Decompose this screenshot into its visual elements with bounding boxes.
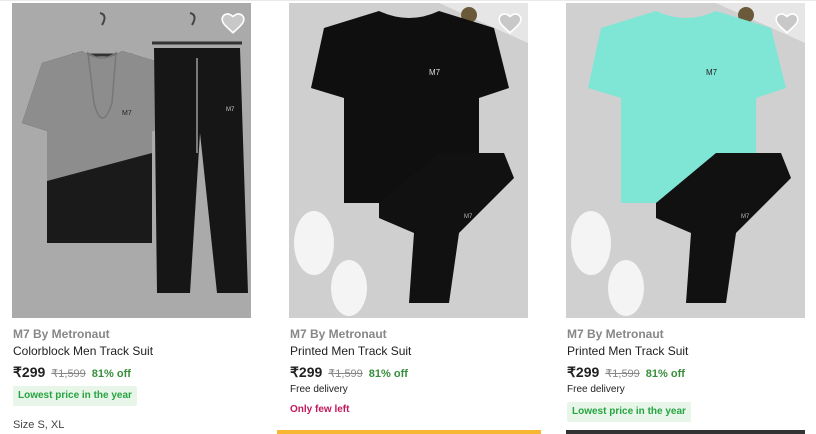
next-row-image-edge bbox=[566, 430, 805, 434]
svg-text:M7: M7 bbox=[464, 214, 473, 220]
lowest-price-badge: Lowest price in the year bbox=[567, 402, 691, 422]
product-mrp: ₹1,599 bbox=[328, 368, 363, 380]
product-price: ₹299 bbox=[290, 364, 323, 380]
product-title[interactable]: Printed Men Track Suit bbox=[567, 344, 688, 358]
product-title[interactable]: Colorblock Men Track Suit bbox=[13, 344, 153, 358]
product-price: ₹299 bbox=[567, 364, 600, 380]
heart-icon[interactable] bbox=[497, 10, 523, 36]
product-brand: M7 By Metronaut bbox=[567, 327, 664, 341]
product-image[interactable]: M7 M7 bbox=[289, 3, 528, 318]
svg-text:M7: M7 bbox=[741, 214, 750, 220]
delivery-info: Free delivery bbox=[290, 384, 348, 395]
product-mrp: ₹1,599 bbox=[51, 368, 86, 380]
heart-icon[interactable] bbox=[220, 10, 246, 36]
product-discount: 81% off bbox=[91, 368, 131, 380]
product-card[interactable]: M7 M7 M7 By Metronaut Colorblock Men Tra… bbox=[12, 0, 252, 434]
product-title[interactable]: Printed Men Track Suit bbox=[290, 344, 411, 358]
lowest-price-badge: Lowest price in the year bbox=[13, 386, 137, 406]
price-row: ₹299 ₹1,599 81% off bbox=[13, 364, 131, 382]
product-image[interactable]: M7 M7 bbox=[566, 3, 805, 318]
heart-icon[interactable] bbox=[774, 10, 800, 36]
product-discount: 81% off bbox=[368, 368, 408, 380]
product-mrp: ₹1,599 bbox=[605, 368, 640, 380]
svg-text:M7: M7 bbox=[706, 68, 718, 77]
stock-note: Only few left bbox=[290, 404, 350, 415]
svg-text:M7: M7 bbox=[429, 68, 441, 77]
product-brand: M7 By Metronaut bbox=[13, 327, 110, 341]
product-discount: 81% off bbox=[645, 368, 685, 380]
product-price: ₹299 bbox=[13, 364, 46, 380]
svg-text:M7: M7 bbox=[122, 110, 132, 117]
product-card[interactable]: M7 M7 M7 By Metronaut Printed Men Track … bbox=[566, 0, 806, 434]
svg-text:M7: M7 bbox=[226, 107, 235, 113]
product-card[interactable]: M7 M7 M7 By Metronaut Printed Men Track … bbox=[277, 0, 541, 434]
price-row: ₹299 ₹1,599 81% off bbox=[567, 364, 685, 382]
next-row-image-edge bbox=[277, 430, 541, 434]
product-image[interactable]: M7 M7 bbox=[12, 3, 251, 318]
price-row: ₹299 ₹1,599 81% off bbox=[290, 364, 408, 382]
product-brand: M7 By Metronaut bbox=[290, 327, 387, 341]
product-sizes: Size S, XL bbox=[13, 419, 65, 431]
delivery-info: Free delivery bbox=[567, 384, 625, 395]
